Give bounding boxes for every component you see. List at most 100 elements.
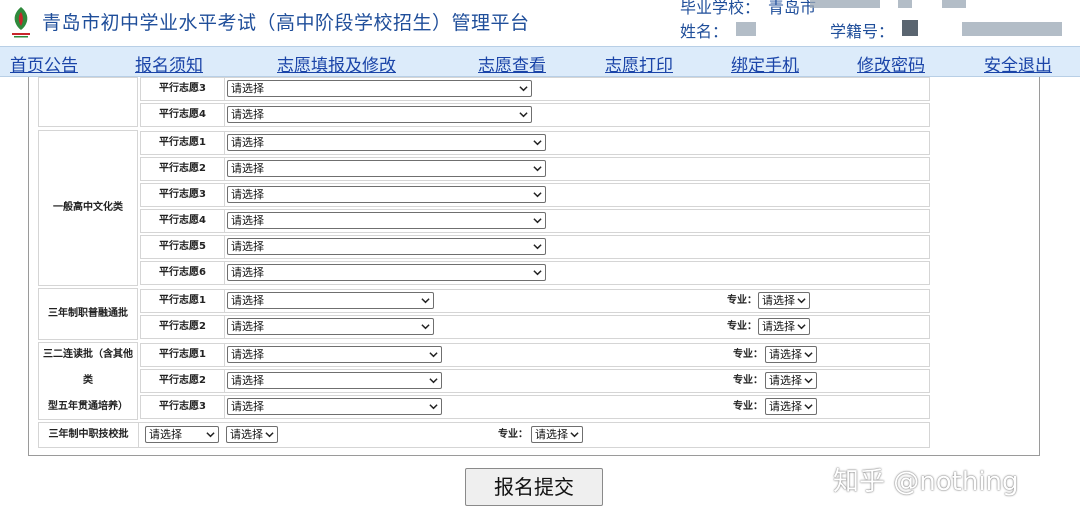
category-line: 三二连读批（含其他类	[43, 349, 133, 386]
chevron-down-icon	[804, 378, 813, 384]
chevron-down-icon	[265, 432, 274, 438]
row-label: 平行志愿6	[141, 262, 225, 284]
category-technical-school: 三年制中职技校批	[39, 423, 139, 447]
major-select[interactable]: 请选择	[758, 318, 810, 335]
school-select[interactable]: 请选择	[227, 186, 546, 203]
main-nav: 首页公告 报名须知 志愿填报及修改 志愿查看 志愿打印 绑定手机 修改密码 安全…	[0, 46, 1080, 77]
nav-home-notice[interactable]: 首页公告	[10, 51, 78, 76]
nav-registration-guide[interactable]: 报名须知	[135, 51, 203, 76]
redacted-id	[962, 22, 1062, 36]
row-label: 平行志愿2	[141, 158, 225, 180]
category-vocational-integration: 三年制职普融通批	[38, 288, 138, 340]
chevron-down-icon	[429, 404, 438, 410]
major-label: 专业：	[727, 321, 757, 332]
major-label: 专业：	[733, 375, 763, 386]
chevron-down-icon	[804, 404, 813, 410]
chevron-down-icon	[797, 324, 806, 330]
school-select[interactable]: 请选择	[227, 398, 442, 415]
technical-select-1[interactable]: 请选择	[145, 426, 219, 443]
row-label: 平行志愿2	[141, 316, 225, 338]
major-label: 专业：	[733, 401, 763, 412]
chevron-down-icon	[570, 432, 579, 438]
major-select[interactable]: 请选择	[765, 372, 817, 389]
major-select[interactable]: 请选择	[765, 398, 817, 415]
chevron-down-icon	[533, 140, 542, 146]
major-label: 专业：	[498, 429, 528, 440]
user-info: 毕业学校： 青岛市 姓名： 学籍号：	[680, 0, 1080, 41]
category-general-high-school: 一般高中文化类	[38, 130, 138, 286]
name-label: 姓名：	[680, 22, 729, 41]
nav-change-password[interactable]: 修改密码	[857, 51, 925, 76]
row-label: 平行志愿2	[141, 370, 225, 392]
chevron-down-icon	[429, 352, 438, 358]
volunteer-row: 平行志愿3 请选择 专业： 请选择	[140, 395, 930, 419]
chevron-down-icon	[797, 298, 806, 304]
school-select[interactable]: 请选择	[227, 134, 546, 151]
chevron-down-icon	[519, 86, 528, 92]
chevron-down-icon	[533, 166, 542, 172]
platform-logo-icon	[12, 7, 30, 38]
volunteer-row: 平行志愿1 请选择	[140, 131, 930, 155]
chevron-down-icon	[421, 324, 430, 330]
major-select[interactable]: 请选择	[758, 292, 810, 309]
redacted-name	[736, 22, 756, 36]
school-select[interactable]: 请选择	[227, 212, 546, 229]
major-select[interactable]: 请选择	[765, 346, 817, 363]
technical-select-2[interactable]: 请选择	[226, 426, 278, 443]
header: 青岛市初中学业水平考试（高中阶段学校招生）管理平台 毕业学校： 青岛市 姓名： …	[0, 0, 1080, 46]
volunteer-row: 平行志愿6 请选择	[140, 261, 930, 285]
volunteer-row: 平行志愿2 请选择 专业： 请选择	[140, 369, 930, 393]
school-select[interactable]: 请选择	[227, 372, 442, 389]
nav-logout[interactable]: 安全退出	[984, 51, 1052, 76]
row-label: 平行志愿3	[141, 396, 225, 418]
submit-registration-button[interactable]: 报名提交	[465, 468, 603, 506]
chevron-down-icon	[533, 218, 542, 224]
chevron-down-icon	[519, 112, 528, 118]
volunteer-row: 平行志愿3 请选择	[140, 77, 930, 101]
volunteer-row: 平行志愿4 请选择	[140, 103, 930, 127]
school-select[interactable]: 请选择	[227, 292, 434, 309]
row-label: 平行志愿3	[141, 78, 225, 100]
school-value: 青岛市	[768, 0, 817, 17]
school-select[interactable]: 请选择	[227, 318, 434, 335]
redacted-school	[810, 0, 880, 8]
category-three-two-program: 三二连读批（含其他类 型五年贯通培养）	[38, 342, 138, 420]
chevron-down-icon	[804, 352, 813, 358]
major-select[interactable]: 请选择	[531, 426, 583, 443]
major-label: 专业：	[733, 349, 763, 360]
category-line: 型五年贯通培养）	[48, 401, 128, 412]
nav-print-volunteer[interactable]: 志愿打印	[605, 51, 673, 76]
redacted-block	[942, 0, 966, 8]
chevron-down-icon	[533, 192, 542, 198]
nav-fill-volunteer[interactable]: 志愿填报及修改	[277, 51, 396, 76]
chevron-down-icon	[206, 432, 215, 438]
row-label: 平行志愿4	[141, 210, 225, 232]
technical-school-row: 三年制中职技校批 请选择 请选择 专业： 请选择	[38, 422, 930, 448]
major-label: 专业：	[727, 295, 757, 306]
nav-view-volunteer[interactable]: 志愿查看	[478, 51, 546, 76]
redacted-block	[898, 0, 912, 8]
volunteer-row: 平行志愿1 请选择 专业： 请选择	[140, 289, 930, 313]
chevron-down-icon	[429, 378, 438, 384]
school-select[interactable]: 请选择	[227, 346, 442, 363]
school-select[interactable]: 请选择	[227, 106, 532, 123]
row-label: 平行志愿1	[141, 132, 225, 154]
school-select[interactable]: 请选择	[227, 80, 532, 97]
school-label: 毕业学校：	[680, 0, 761, 17]
redacted-id	[902, 20, 918, 36]
row-label: 平行志愿3	[141, 184, 225, 206]
chevron-down-icon	[533, 244, 542, 250]
volunteer-row: 平行志愿3 请选择	[140, 183, 930, 207]
nav-bind-phone[interactable]: 绑定手机	[731, 51, 799, 76]
school-select[interactable]: 请选择	[227, 264, 546, 281]
volunteer-row: 平行志愿5 请选择	[140, 235, 930, 259]
school-select[interactable]: 请选择	[227, 238, 546, 255]
watermark: 知乎 @nothing	[833, 467, 1019, 497]
row-label: 平行志愿5	[141, 236, 225, 258]
student-id-label: 学籍号：	[830, 22, 895, 41]
chevron-down-icon	[533, 270, 542, 276]
row-label: 平行志愿1	[141, 290, 225, 312]
volunteer-row: 平行志愿2 请选择	[140, 157, 930, 181]
volunteer-row: 平行志愿4 请选择	[140, 209, 930, 233]
school-select[interactable]: 请选择	[227, 160, 546, 177]
